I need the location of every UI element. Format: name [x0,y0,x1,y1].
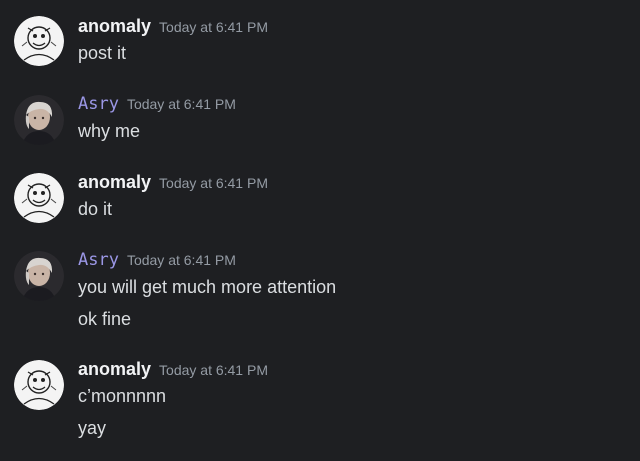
avatar-anomaly[interactable] [14,16,64,66]
sketch-avatar-icon [14,16,64,66]
timestamp: Today at 6:41 PM [126,96,236,112]
message-header: Asry Today at 6:41 PM [78,93,236,115]
username[interactable]: anomaly [78,359,151,379]
username[interactable]: anomaly [78,172,151,192]
timestamp: Today at 6:41 PM [159,362,268,378]
username[interactable]: Asry [78,94,119,114]
message-text: c’monnnnn [78,386,167,406]
message-header: anomaly Today at 6:41 PM [78,171,268,193]
message-header: anomaly Today at 6:41 PM [78,15,268,37]
message-text: ok fine [78,309,132,329]
avatar-anomaly[interactable] [14,360,64,410]
avatar-anomaly[interactable] [14,173,64,223]
timestamp: Today at 6:41 PM [159,19,268,35]
message-text: why me [78,121,141,141]
avatar-asry[interactable] [14,251,64,301]
message-text: post it [78,43,127,63]
sketch-avatar-icon [14,360,64,410]
sketch-avatar-icon [14,173,64,223]
username[interactable]: Asry [78,250,119,270]
timestamp: Today at 6:41 PM [159,175,268,191]
username[interactable]: anomaly [78,16,151,36]
message-text: you will get much more attention [78,277,337,297]
photo-avatar-icon [14,95,64,145]
photo-avatar-icon [14,251,64,301]
message-text: do it [78,199,113,219]
message-text: yay [78,418,107,438]
timestamp: Today at 6:41 PM [126,252,236,268]
chat-message-list: anomaly Today at 6:41 PM post it Asry Toda… [0,0,640,461]
message-header: Asry Today at 6:41 PM [78,249,236,271]
message-header: anomaly Today at 6:41 PM [78,358,268,380]
avatar-asry[interactable] [14,95,64,145]
